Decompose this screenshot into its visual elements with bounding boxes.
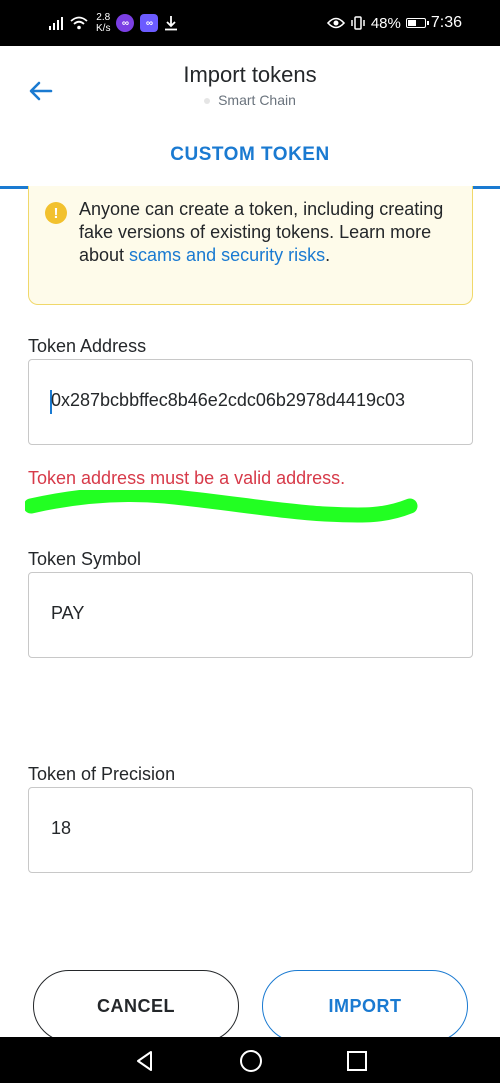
token-precision-label: Token of Precision [28,764,176,784]
battery-fill [407,20,417,26]
token-address-value: 0x287bcbbffec8b46e2cdc06b2978d4419c03 [51,390,405,410]
nav-recents-icon[interactable] [345,1049,369,1073]
highlight-annotation [25,490,418,523]
token-symbol-value: PAY [51,603,85,623]
warning-icon: ! [45,202,67,224]
download-icon [165,16,178,31]
network-name: Smart Chain [218,92,296,108]
warning-end: . [325,245,331,265]
network-speed: 2.8 K/s [96,12,110,34]
wifi-icon [70,16,88,30]
token-symbol-label: Token Symbol [28,549,142,569]
warning-banner: ! Anyone can create a token, including c… [28,186,473,305]
warning-text: Anyone can create a token, including cre… [79,198,464,267]
nav-back-icon[interactable] [133,1049,157,1073]
cancel-button[interactable]: CANCEL [33,970,239,1042]
address-error-message: Token address must be a valid address. [28,468,346,488]
tab-custom-token[interactable]: CUSTOM TOKEN [0,144,500,166]
header: Import tokens Smart Chain CUSTOM TOKEN [0,46,500,186]
clock: 7:36 [430,14,462,31]
network-dot [204,98,211,105]
token-address-input[interactable]: 0x287bcbbffec8b46e2cdc06b2978d4419c03 [28,359,473,445]
token-address-label: Token Address [28,336,147,356]
battery-percent: 48% [370,14,401,32]
network-speed-value: 2.8 [96,12,111,23]
token-symbol-input[interactable]: PAY [28,572,473,658]
token-precision-input[interactable]: 18 [28,787,473,873]
system-nav-bar [0,1037,500,1083]
import-button[interactable]: IMPORT [262,970,468,1042]
token-precision-value: 18 [51,818,72,838]
page-title: Import tokens [183,62,317,87]
network-speed-unit: K/s [96,23,111,34]
app-notification-icon: ∞ [116,14,135,32]
nav-home-icon[interactable] [239,1049,263,1073]
network-indicator: Smart Chain [0,92,500,108]
signal-icon [49,17,63,30]
status-left: 2.8 K/s ∞ ∞ [48,10,178,36]
battery-icon [405,18,429,28]
eye-icon [326,17,345,29]
status-right: 48% 7:36 [326,10,462,36]
vibrate-icon [351,16,365,30]
app-notification-icon: ∞ [140,14,159,32]
status-bar: 2.8 K/s ∞ ∞ 48% 7:36 [0,0,500,46]
scams-security-risks-link[interactable]: scams and security risks [129,245,325,265]
